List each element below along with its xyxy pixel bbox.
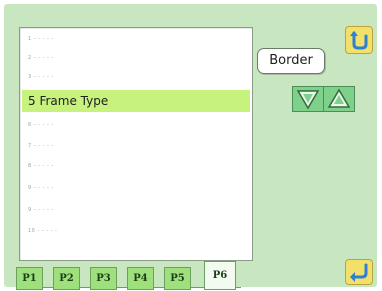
list-item-selected[interactable]: 5 Frame Type xyxy=(22,90,250,112)
list-item[interactable]: 10 - - - - - xyxy=(22,224,250,239)
item-list[interactable]: 1 - - - - - 2 - - - - - 3 - - - - - 5 Fr… xyxy=(19,27,253,261)
tab-p5[interactable]: P5 xyxy=(164,267,191,290)
scroll-up-button[interactable] xyxy=(323,86,355,112)
tab-p1[interactable]: P1 xyxy=(16,267,43,290)
tab-p6[interactable]: P6 xyxy=(204,261,236,290)
triangle-down-icon xyxy=(296,90,320,110)
scroll-down-button[interactable] xyxy=(292,86,324,112)
list-item[interactable]: 9 - - - - - xyxy=(22,181,250,196)
list-item[interactable]: 3 - - - - - xyxy=(22,70,250,85)
list-item[interactable]: 6 - - - - - xyxy=(22,118,250,133)
return-arrow-icon xyxy=(350,31,368,50)
list-item[interactable]: 7 - - - - - xyxy=(22,139,250,154)
back-button[interactable] xyxy=(345,26,373,54)
panel-screen: 1 - - - - - 2 - - - - - 3 - - - - - 5 Fr… xyxy=(4,4,377,290)
tab-p4[interactable]: P4 xyxy=(127,267,154,290)
list-item[interactable]: 1 - - - - - xyxy=(22,32,250,47)
enter-arrow-icon xyxy=(350,263,368,282)
triangle-up-icon xyxy=(327,88,351,108)
list-item[interactable]: 8 - - - - - xyxy=(22,159,250,174)
enter-button[interactable] xyxy=(345,259,373,285)
tab-p3[interactable]: P3 xyxy=(90,267,117,290)
list-item[interactable]: 9 - - - - - xyxy=(22,203,250,218)
list-item[interactable]: 2 - - - - - xyxy=(22,51,250,66)
tab-p2[interactable]: P2 xyxy=(53,267,80,290)
border-button[interactable]: Border xyxy=(257,48,325,74)
